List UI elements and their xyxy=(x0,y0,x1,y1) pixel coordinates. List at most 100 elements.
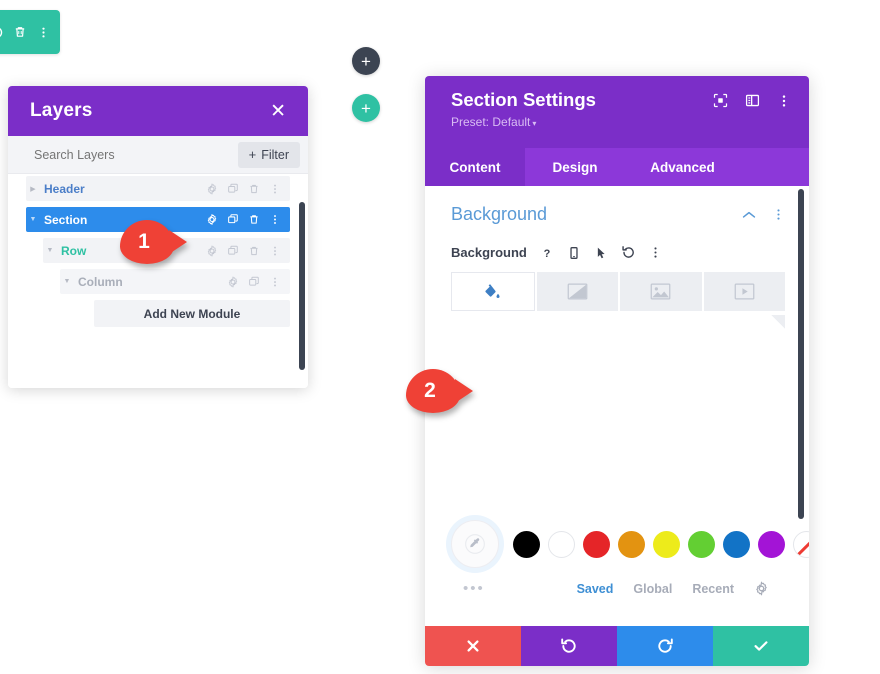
responsive-icon[interactable] xyxy=(567,246,581,260)
callout-number: 1 xyxy=(138,230,150,253)
chevron-up-icon[interactable] xyxy=(742,210,756,220)
more-vertical-icon[interactable] xyxy=(33,20,54,44)
cancel-button[interactable] xyxy=(425,626,521,666)
background-field-row: Background ? xyxy=(425,225,809,260)
layer-label: Column xyxy=(78,274,123,289)
background-image-tab[interactable] xyxy=(620,272,702,311)
chevron-right-icon[interactable]: ▶ xyxy=(26,185,40,193)
hover-icon[interactable] xyxy=(594,246,608,260)
layer-row-icons xyxy=(206,183,290,195)
more-vertical-icon[interactable] xyxy=(269,214,281,226)
swatch-red[interactable] xyxy=(583,530,610,558)
preset-selector[interactable]: Preset: Default ▾ xyxy=(451,115,596,129)
color-picker: ••• Saved Global Recent xyxy=(425,520,809,596)
undo-icon xyxy=(561,638,576,653)
eyedropper-icon[interactable] xyxy=(451,520,499,568)
field-label: Background xyxy=(451,245,527,260)
add-section-dark-button[interactable]: + xyxy=(352,47,380,75)
settings-tabs: Content Design Advanced xyxy=(425,148,809,186)
layers-list: ▶ Header ▼ Section ▼ Row ▼ Column Add Ne… xyxy=(8,174,308,388)
layers-scrollbar[interactable] xyxy=(299,202,305,370)
gear-icon[interactable] xyxy=(227,276,239,288)
close-icon[interactable]: ✕ xyxy=(270,102,286,121)
layout-columns-icon[interactable] xyxy=(745,93,760,108)
plus-icon: + xyxy=(361,98,371,118)
gear-icon[interactable] xyxy=(206,214,218,226)
swatch-white[interactable] xyxy=(548,530,575,558)
swatch-blue[interactable] xyxy=(723,530,750,558)
swatch-green[interactable] xyxy=(688,530,715,558)
background-gradient-tab[interactable] xyxy=(536,272,618,311)
more-vertical-icon[interactable] xyxy=(772,208,785,221)
panel-title: Section Settings xyxy=(451,89,596,110)
color-swatch-row xyxy=(451,520,809,568)
fullscreen-icon[interactable] xyxy=(713,93,728,108)
panel-resize-handle[interactable] xyxy=(771,315,785,329)
tab-content[interactable]: Content xyxy=(425,148,525,186)
trash-icon[interactable] xyxy=(248,245,260,257)
reset-icon[interactable] xyxy=(621,245,636,260)
more-colors-button[interactable]: ••• xyxy=(451,581,485,596)
tab-advanced[interactable]: Advanced xyxy=(625,148,740,186)
settings-body: Background Background ? ••• Saved Global… xyxy=(425,186,809,626)
background-video-tab[interactable] xyxy=(703,272,785,311)
background-header-icons xyxy=(742,208,785,221)
layer-row-icons xyxy=(206,245,290,257)
callout-marker-2: 2 xyxy=(406,369,460,413)
layers-panel-header: Layers ✕ xyxy=(8,86,308,136)
duplicate-icon[interactable] xyxy=(248,276,260,288)
swatch-orange[interactable] xyxy=(618,530,645,558)
more-vertical-icon[interactable] xyxy=(649,246,662,259)
swatch-yellow[interactable] xyxy=(653,530,680,558)
swatch-none[interactable] xyxy=(793,530,809,558)
picker-tab-global[interactable]: Global xyxy=(633,582,672,596)
plus-icon: + xyxy=(361,51,371,71)
duplicate-icon[interactable] xyxy=(227,183,239,195)
trash-icon[interactable] xyxy=(9,20,30,44)
settings-action-bar xyxy=(425,626,809,666)
duplicate-icon[interactable] xyxy=(227,245,239,257)
picker-tab-saved[interactable]: Saved xyxy=(577,582,614,596)
settings-scrollbar[interactable] xyxy=(798,189,804,519)
layer-row-column[interactable]: ▼ Column xyxy=(60,269,290,294)
gear-icon[interactable] xyxy=(206,183,218,195)
chevron-down-icon[interactable]: ▼ xyxy=(26,216,40,223)
callout-marker-1: 1 xyxy=(120,220,174,264)
chevron-down-icon[interactable]: ▼ xyxy=(60,278,74,285)
background-color-tab[interactable] xyxy=(451,272,535,311)
gear-icon[interactable] xyxy=(754,581,769,596)
picker-footer: ••• Saved Global Recent xyxy=(451,581,787,596)
close-icon xyxy=(467,640,479,652)
gear-icon[interactable] xyxy=(206,245,218,257)
swatch-black[interactable] xyxy=(513,530,540,558)
search-input[interactable] xyxy=(34,147,214,162)
more-vertical-icon[interactable] xyxy=(269,245,281,257)
filter-button[interactable]: + Filter xyxy=(237,141,300,168)
swatch-purple[interactable] xyxy=(758,530,785,558)
help-icon[interactable]: ? xyxy=(540,246,554,260)
layer-row-icons xyxy=(206,214,290,226)
settings-title-block: Section Settings Preset: Default ▾ xyxy=(451,88,596,129)
svg-text:?: ? xyxy=(544,247,551,259)
picker-tab-recent[interactable]: Recent xyxy=(692,582,734,596)
trash-icon[interactable] xyxy=(248,214,260,226)
add-new-module-button[interactable]: Add New Module xyxy=(94,300,290,327)
settings-header-icons xyxy=(713,88,791,108)
trash-icon[interactable] xyxy=(248,183,260,195)
layer-row-header[interactable]: ▶ Header xyxy=(26,176,290,201)
redo-button[interactable] xyxy=(617,626,713,666)
background-section-header: Background xyxy=(425,186,809,225)
add-section-green-button[interactable]: + xyxy=(352,94,380,122)
save-button[interactable] xyxy=(713,626,809,666)
collapse-icon[interactable] xyxy=(0,20,7,44)
more-vertical-icon[interactable] xyxy=(269,276,281,288)
layer-label: Header xyxy=(44,181,85,196)
duplicate-icon[interactable] xyxy=(227,214,239,226)
more-vertical-icon[interactable] xyxy=(269,183,281,195)
panel-title: Layers xyxy=(30,100,93,121)
more-vertical-icon[interactable] xyxy=(777,94,791,108)
undo-button[interactable] xyxy=(521,626,617,666)
tab-design[interactable]: Design xyxy=(525,148,625,186)
module-hover-toolbar[interactable] xyxy=(0,10,60,54)
chevron-down-icon[interactable]: ▼ xyxy=(43,247,57,254)
